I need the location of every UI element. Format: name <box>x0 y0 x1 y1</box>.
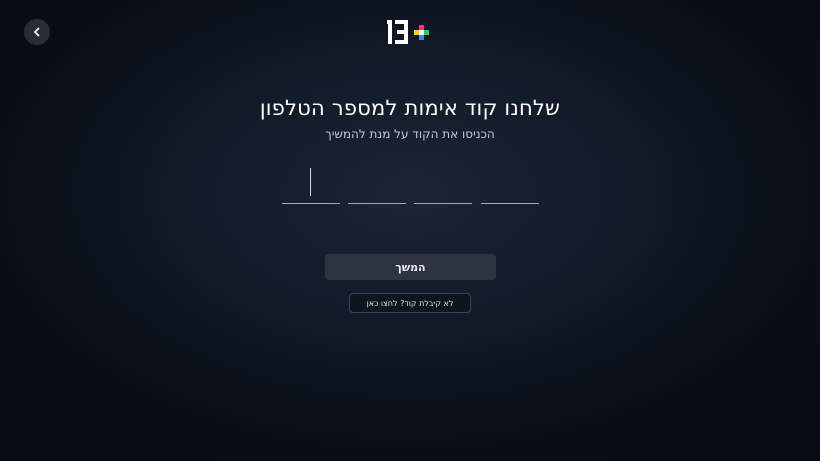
otp-digit-3[interactable] <box>414 160 472 204</box>
otp-digit-1[interactable] <box>282 160 340 204</box>
otp-digit-4[interactable] <box>481 160 539 204</box>
back-button[interactable] <box>24 19 50 45</box>
page-title: שלחנו קוד אימות למספר הטלפון <box>259 96 561 120</box>
continue-button[interactable]: המשך <box>325 254 496 280</box>
page-subtitle: הכניסו את הקוד על מנת להמשיך <box>325 127 495 141</box>
otp-digit-2[interactable] <box>348 160 406 204</box>
resend-code-button[interactable]: לא קיבלת קוד? לחצו כאן <box>349 293 471 313</box>
otp-code-input <box>282 160 539 204</box>
app-logo <box>387 20 429 44</box>
chevron-left-icon <box>34 27 40 37</box>
text-cursor <box>310 168 311 196</box>
